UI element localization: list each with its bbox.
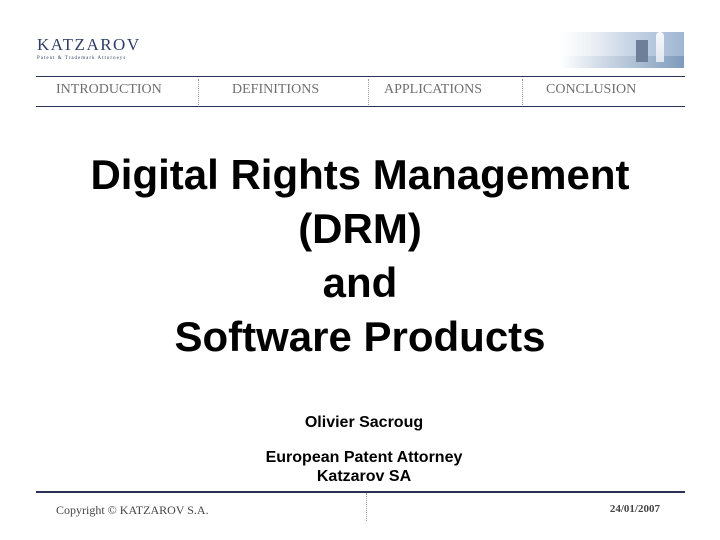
slide-title: Digital Rights Management (DRM) and Soft… [0,148,720,364]
author-name: Olivier Sacroug [304,414,424,431]
header-rule [36,76,685,77]
footer-date: 24/01/2007 [609,503,660,515]
logo-name: KATZAROV [37,35,141,54]
author-company: Katzarov SA [316,468,412,485]
photo-building [636,40,648,62]
author-affiliation: European Patent Attorney Katzarov SA [0,448,720,486]
title-line: and [322,259,398,306]
footer-rule [36,491,685,493]
nav-rule [36,106,685,107]
nav-item-conclusion[interactable]: CONCLUSION [546,82,636,98]
nav-item-definitions[interactable]: DEFINITIONS [232,82,319,98]
footer-divider [366,493,367,521]
katzarov-logo: KATZAROV Patent & Trademark Attorneys [37,35,157,62]
nav-item-applications[interactable]: APPLICATIONS [384,82,482,98]
footer-copyright: Copyright © KATZAROV S.A. [56,503,209,517]
photo-water [560,56,684,68]
author-role: European Patent Attorney [265,449,463,466]
title-line: Digital Rights Management [90,151,630,198]
nav-item-introduction[interactable]: INTRODUCTION [56,82,162,98]
nav-divider [522,79,523,105]
nav-divider [198,79,199,105]
photo-fountain [656,32,664,62]
title-line: (DRM) [298,205,422,252]
title-line: Software Products [174,313,546,360]
header-photo [560,32,684,68]
logo-tagline: Patent & Trademark Attorneys [37,56,127,61]
nav-divider [368,79,369,105]
